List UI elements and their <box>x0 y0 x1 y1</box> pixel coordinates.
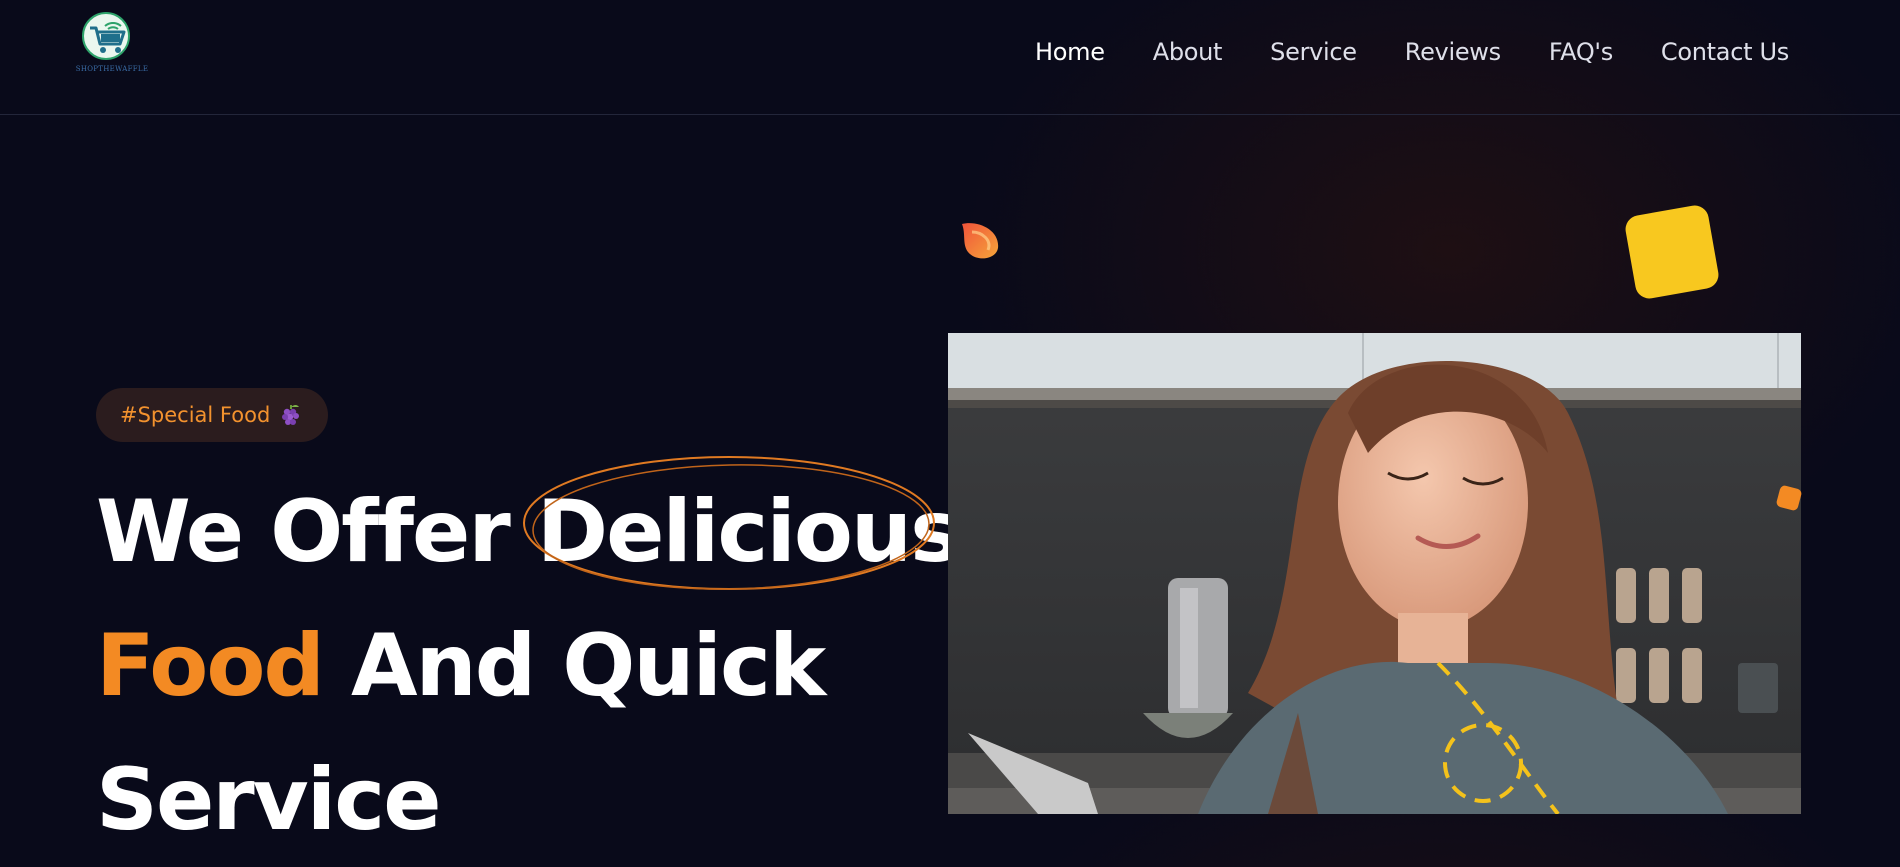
logo-text: SHOPTHEWAFFLE <box>75 65 149 73</box>
headline-line-3: Service <box>96 733 996 867</box>
nav-faqs[interactable]: FAQ's <box>1549 38 1613 66</box>
top-navbar: SHOPTHEWAFFLE Home About Service Reviews… <box>0 0 1900 115</box>
headline-service: Service <box>96 750 442 850</box>
nav-contact-us[interactable]: Contact Us <box>1661 38 1789 66</box>
woman-kitchen-photo <box>948 333 1801 814</box>
badge-label: #Special Food <box>120 403 271 427</box>
headline-and-quick: And Quick <box>323 616 826 716</box>
grapes-icon <box>282 405 300 425</box>
hero-headline: We Offer Delicious Food And Quick Servic… <box>96 456 996 867</box>
headline-line-2: Food And Quick <box>96 599 996 733</box>
nav-reviews[interactable]: Reviews <box>1405 38 1501 66</box>
special-food-badge: #Special Food <box>96 388 329 442</box>
flame-decoration-icon <box>962 223 999 259</box>
headline-delicious: Delicious <box>536 482 962 582</box>
yellow-square-decoration <box>1623 203 1721 301</box>
headline-line-1: We Offer Delicious <box>96 456 996 599</box>
headline-food: Food <box>96 616 325 716</box>
nav-about[interactable]: About <box>1153 38 1223 66</box>
main-menu: Home About Service Reviews FAQ's Contact… <box>1035 38 1789 66</box>
shopping-cart-icon <box>90 22 126 53</box>
headline-delicious-wrap: Delicious <box>522 456 962 599</box>
headline-we-offer: We Offer <box>96 482 537 582</box>
nav-service[interactable]: Service <box>1270 38 1357 66</box>
brand-logo[interactable]: SHOPTHEWAFFLE <box>72 10 152 76</box>
hero-image <box>948 333 1801 814</box>
nav-home[interactable]: Home <box>1035 38 1105 66</box>
